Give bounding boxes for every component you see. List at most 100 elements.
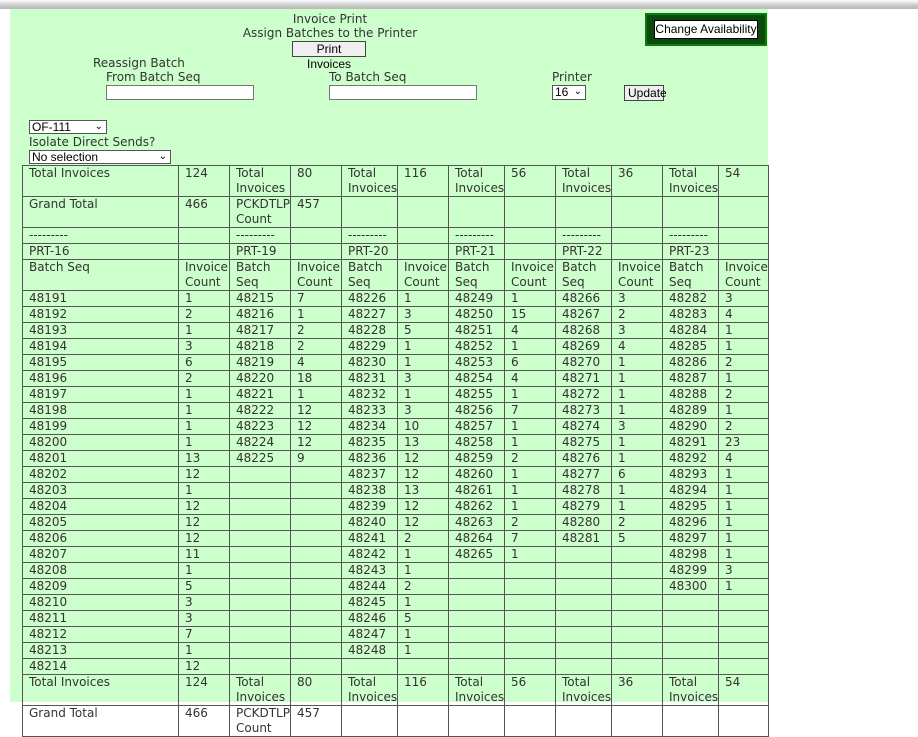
table-row: 48207 11 48242 1 48265 1 48298 1 — [22, 546, 769, 563]
invoice-count-cell — [718, 626, 769, 643]
invoice-count-cell: 1 — [718, 370, 769, 387]
batch-seq-cell: 48241 — [341, 530, 398, 547]
batch-seq-cell: 48256 — [448, 402, 505, 419]
table-row: 48205 12 48240 12 48263 2 48280 2 48296 1 — [22, 514, 769, 531]
invoice-count-cell: 7 — [504, 402, 556, 419]
invoice-count-cell: 1 — [611, 354, 663, 371]
invoice-count-cell: 1 — [611, 498, 663, 515]
office-select[interactable]: OF-111 ⌄ — [29, 120, 107, 134]
invoice-count-cell: 12 — [178, 530, 230, 547]
batch-seq-cell — [229, 514, 291, 531]
batch-seq-cell: 48252 — [448, 338, 505, 355]
batch-seq-cell: 48238 — [341, 482, 398, 499]
printer-label: Printer — [552, 70, 592, 84]
from-batch-seq-input[interactable] — [106, 85, 254, 100]
batch-seq-cell: 48250 — [448, 306, 505, 323]
table-row: 48214 12 — [22, 658, 769, 675]
invoice-count-cell: 3 — [611, 290, 663, 307]
invoice-count-cell: 1 — [397, 626, 449, 643]
batch-seq-cell: 48294 — [662, 482, 719, 499]
empty-cell — [504, 243, 556, 260]
invoice-count-cell: 7 — [290, 290, 342, 307]
batch-seq-cell — [662, 610, 719, 627]
printer-select[interactable]: 16 ⌄ — [552, 85, 586, 100]
isolate-direct-sends-label: Isolate Direct Sends? — [29, 135, 156, 149]
invoice-count-cell: 1 — [611, 386, 663, 403]
update-button[interactable]: Update — [624, 85, 667, 101]
invoice-count-cell: 2 — [178, 370, 230, 387]
from-batch-seq-label: From Batch Seq — [106, 70, 201, 84]
batch-seq-cell — [555, 642, 612, 659]
pckdtlp-count-value: 457 — [290, 705, 342, 737]
batch-seq-cell: 48278 — [555, 482, 612, 499]
invoice-count-cell: 1 — [718, 338, 769, 355]
batch-seq-cell — [229, 578, 291, 595]
batch-seq-cell: 48248 — [341, 642, 398, 659]
total-value-prt-16: 124 — [178, 165, 230, 197]
batch-seq-header: Batch Seq — [555, 259, 612, 291]
batch-seq-cell: 48191 — [22, 290, 179, 307]
invoice-count-cell: 2 — [611, 514, 663, 531]
invoice-count-cell: 1 — [397, 642, 449, 659]
to-batch-seq-input[interactable] — [329, 85, 477, 100]
batch-seq-cell — [229, 530, 291, 547]
invoice-count-cell: 4 — [290, 354, 342, 371]
batch-seq-cell — [229, 466, 291, 483]
total-invoices-label: Total Invoices — [341, 165, 398, 197]
invoice-count-cell: 5 — [397, 322, 449, 339]
invoice-count-cell: 1 — [397, 594, 449, 611]
printer-select-value: 16 — [555, 85, 569, 99]
printer-name-row: PRT-16 PRT-19 PRT-20 PRT-21 PRT-22 PRT-23 — [22, 243, 769, 260]
invoice-count-cell: 1 — [504, 546, 556, 563]
invoice-count-cell: 1 — [178, 402, 230, 419]
isolate-direct-sends-select[interactable]: No selection ⌄ — [29, 150, 171, 164]
empty-cell — [178, 227, 230, 244]
batch-seq-cell: 48289 — [662, 402, 719, 419]
batch-seq-cell: 48260 — [448, 466, 505, 483]
invoice-count-cell: 4 — [504, 322, 556, 339]
batch-seq-cell: 48272 — [555, 386, 612, 403]
pckdtlp-count-value: 457 — [290, 196, 342, 228]
batch-seq-cell — [448, 642, 505, 659]
batch-seq-cell — [555, 546, 612, 563]
batch-seq-cell: 48221 — [229, 386, 291, 403]
invoice-count-cell — [611, 562, 663, 579]
invoice-count-cell: 23 — [718, 434, 769, 451]
invoice-count-cell — [504, 578, 556, 595]
batch-seq-cell: 48220 — [229, 370, 291, 387]
empty-cell — [504, 705, 556, 737]
invoice-count-cell: 1 — [504, 338, 556, 355]
grand-total-label: Grand Total — [22, 705, 179, 737]
invoice-count-cell — [290, 546, 342, 563]
invoice-count-cell: 3 — [611, 418, 663, 435]
separator-cell: --------- — [22, 227, 179, 244]
total-invoices-label: Total Invoices — [22, 165, 179, 197]
empty-cell — [178, 243, 230, 260]
invoice-count-cell — [290, 498, 342, 515]
batch-seq-cell: 48274 — [555, 418, 612, 435]
isolate-select-value: No selection — [32, 150, 99, 164]
change-availability-button[interactable]: Change Availability — [654, 20, 758, 39]
batch-seq-cell — [341, 658, 398, 675]
invoice-count-cell: 1 — [397, 354, 449, 371]
total-value-prt-4: 36 — [611, 674, 663, 706]
empty-cell — [448, 196, 505, 228]
batch-seq-cell: 48299 — [662, 562, 719, 579]
batch-seq-cell: 48197 — [22, 386, 179, 403]
batch-seq-cell: 48295 — [662, 498, 719, 515]
total-invoices-row: Total Invoices 124 Total Invoices 80 Total I… — [22, 674, 769, 706]
batch-seq-cell — [229, 482, 291, 499]
empty-cell — [718, 705, 769, 737]
invoice-count-cell — [290, 466, 342, 483]
invoice-count-header: Invoice Count — [718, 259, 769, 291]
batch-seq-cell: 48199 — [22, 418, 179, 435]
batch-seq-cell: 48194 — [22, 338, 179, 355]
invoice-count-cell — [611, 626, 663, 643]
empty-cell — [341, 705, 398, 737]
batch-seq-cell: 48296 — [662, 514, 719, 531]
batch-seq-cell: 48218 — [229, 338, 291, 355]
invoice-count-cell: 4 — [718, 306, 769, 323]
print-invoices-button[interactable]: Print Invoices — [292, 41, 366, 71]
invoice-count-cell: 1 — [504, 418, 556, 435]
table-row: 48203 1 48238 13 48261 1 48278 1 48294 1 — [22, 482, 769, 499]
